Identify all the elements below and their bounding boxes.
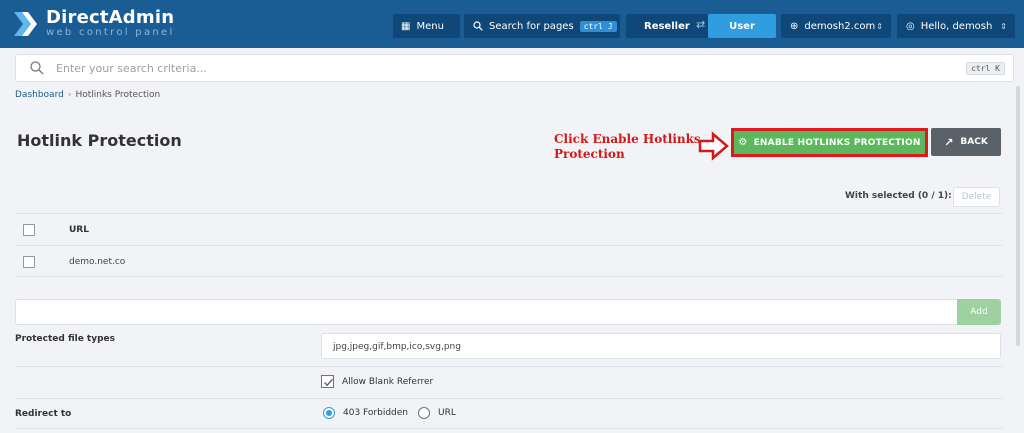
- enable-button-label: ENABLE HOTLINKS PROTECTION: [753, 137, 921, 148]
- enable-hotlinks-protection-button[interactable]: ⚙ ENABLE HOTLINKS PROTECTION: [731, 128, 928, 157]
- form-divider: [15, 398, 1002, 399]
- arrow-icon: ↗: [944, 135, 954, 149]
- table-divider: [15, 276, 1002, 277]
- radio-url[interactable]: [418, 407, 430, 419]
- top-navigation-bar: DirectAdmin web control panel ▦ Menu Sea…: [0, 0, 1024, 48]
- allow-blank-referrer-checkbox[interactable]: [321, 375, 334, 388]
- table-divider: [15, 245, 1002, 246]
- search-shortcut-badge: ctrl K: [966, 62, 1005, 75]
- redirect-to-label: Redirect to: [15, 409, 72, 419]
- gear-icon: ⚙: [738, 137, 748, 148]
- page-title: Hotlink Protection: [17, 131, 182, 150]
- menu-button[interactable]: ▦ Menu: [393, 14, 460, 38]
- form-divider: [15, 366, 1002, 367]
- updown-icon: ⇕: [876, 21, 883, 31]
- chevron-logo-icon: [14, 12, 37, 36]
- form-divider: [15, 428, 1002, 429]
- user-level-button[interactable]: User: [708, 14, 776, 38]
- search-icon: [473, 21, 483, 31]
- radio-403-forbidden[interactable]: [323, 407, 335, 419]
- table-divider: [15, 213, 1002, 214]
- user-label: User: [729, 20, 755, 32]
- right-arrow-icon: [698, 131, 729, 161]
- breadcrumb-dashboard-link[interactable]: Dashboard: [15, 90, 64, 100]
- row-url: demo.net.co: [69, 257, 126, 267]
- radio-url-label: URL: [438, 408, 456, 418]
- user-circle-icon: ◎: [906, 20, 915, 32]
- breadcrumb: Dashboard › Hotlinks Protection: [15, 90, 160, 100]
- annotation-text: Click Enable Hotlinks Protection: [554, 132, 701, 161]
- add-url-input[interactable]: [15, 299, 958, 325]
- with-selected-label: With selected (0 / 1):: [845, 191, 952, 201]
- menu-label: Menu: [416, 20, 444, 32]
- reseller-label: Reseller: [644, 20, 690, 32]
- globe-icon: ⊕: [790, 20, 799, 32]
- search-pages-button[interactable]: Search for pages ctrl J: [464, 14, 620, 38]
- add-button[interactable]: Add: [957, 299, 1001, 325]
- search-input[interactable]: [56, 61, 936, 75]
- breadcrumb-current: Hotlinks Protection: [75, 90, 161, 100]
- row-checkbox[interactable]: [23, 256, 35, 268]
- search-pages-label: Search for pages: [489, 20, 574, 32]
- file-types-label: Protected file types: [15, 334, 116, 344]
- hello-label: Hello, demosh: [920, 20, 993, 32]
- delete-button[interactable]: Delete: [953, 187, 1000, 207]
- search-shortcut-badge: ctrl J: [579, 20, 617, 32]
- search-icon: [30, 61, 44, 75]
- allow-blank-referrer-label: Allow Blank Referrer: [342, 377, 434, 387]
- global-search-bar: ctrl K: [15, 54, 1014, 82]
- checkmark-icon: [324, 378, 334, 387]
- back-button-label: BACK: [960, 137, 988, 147]
- column-header-url: URL: [69, 225, 89, 235]
- grid-icon: ▦: [401, 20, 411, 32]
- swap-icon: ⇄: [696, 18, 706, 31]
- domain-selector[interactable]: ⊕ demosh2.com ⇕: [781, 14, 891, 38]
- brand-subtitle: web control panel: [46, 27, 175, 38]
- updown-icon: ⇕: [1000, 21, 1007, 31]
- select-all-checkbox[interactable]: [23, 224, 35, 236]
- scrollbar[interactable]: [1016, 86, 1020, 346]
- back-button[interactable]: ↗ BACK: [931, 128, 1001, 156]
- brand-name: DirectAdmin: [46, 7, 175, 28]
- domain-label: demosh2.com: [804, 20, 876, 32]
- user-menu[interactable]: ◎ Hello, demosh ⇕: [897, 14, 1015, 38]
- radio-403-label: 403 Forbidden: [343, 408, 408, 418]
- file-types-input[interactable]: jpg,jpeg,gif,bmp,ico,svg,png: [321, 333, 1001, 359]
- brand-logo[interactable]: DirectAdmin web control panel: [14, 9, 175, 39]
- breadcrumb-separator: ›: [67, 90, 72, 100]
